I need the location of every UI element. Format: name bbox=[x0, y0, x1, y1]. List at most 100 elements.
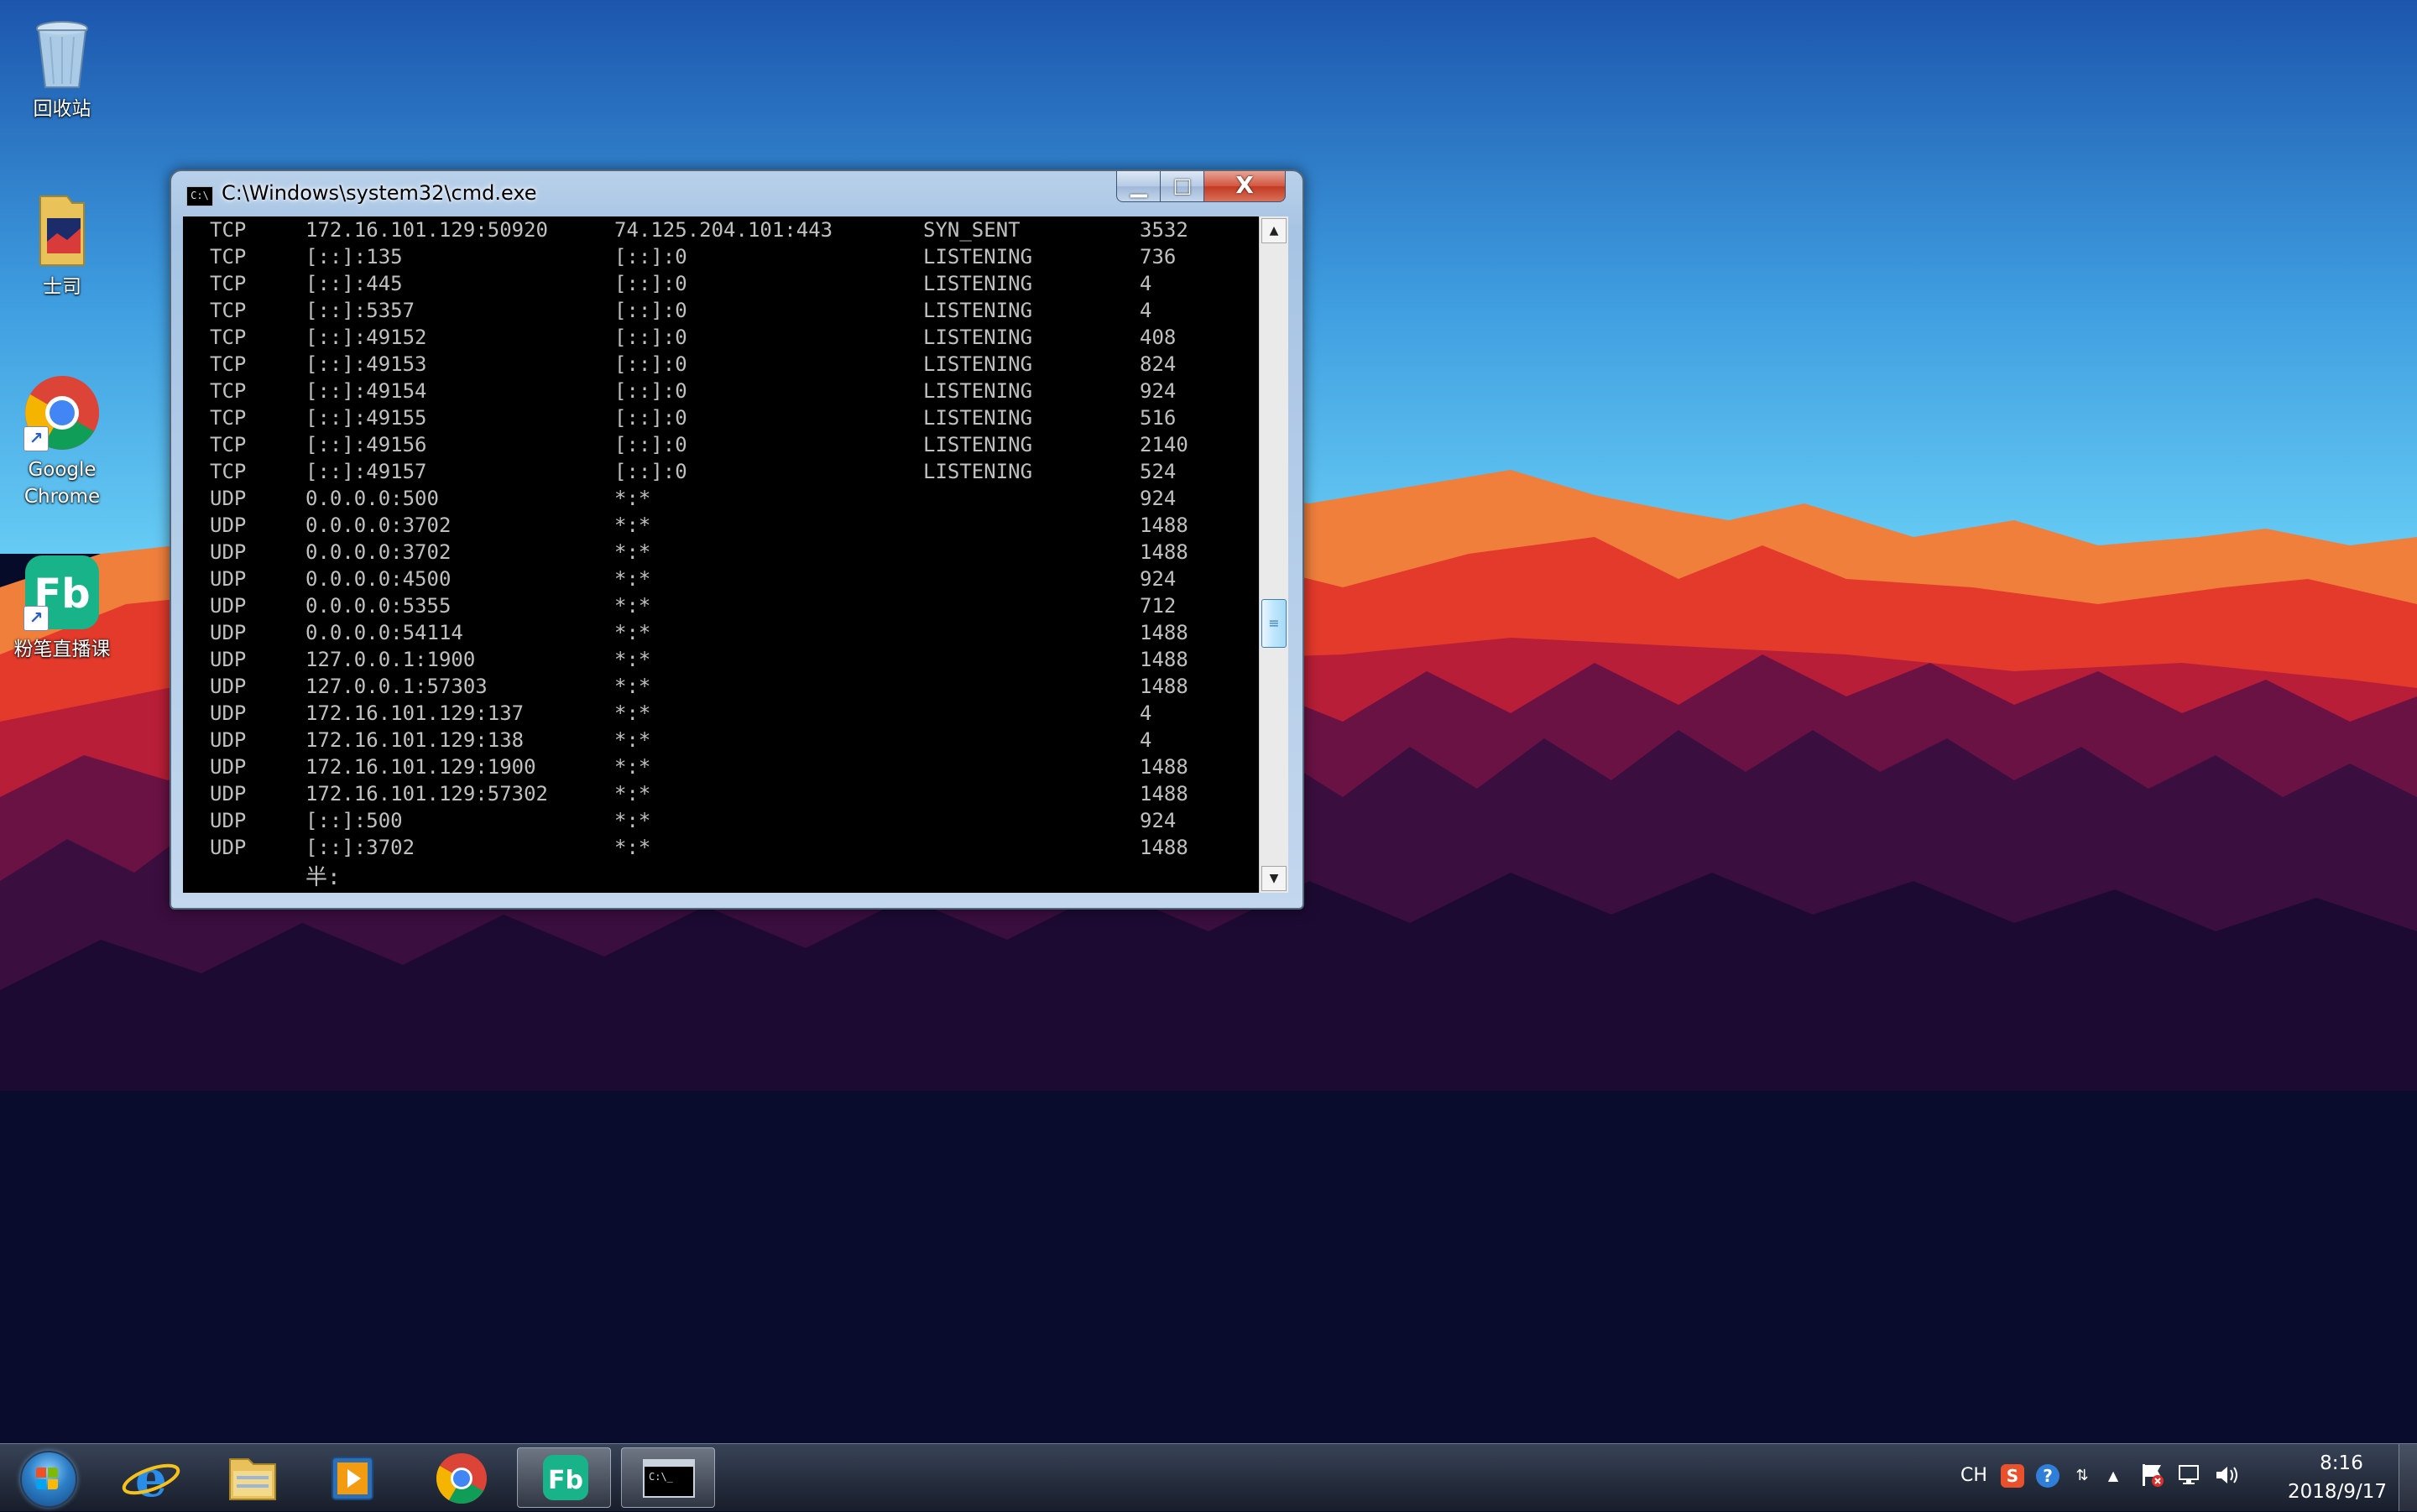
console-pid: 712 bbox=[1140, 594, 1177, 618]
console-line: UDP 0.0.0.0:5355 *:* 712 bbox=[183, 592, 1259, 619]
language-indicator[interactable]: CH bbox=[1955, 1461, 1992, 1491]
taskbar-internet-explorer[interactable]: e bbox=[104, 1447, 198, 1509]
console-foreign-address: *:* bbox=[614, 487, 651, 510]
console-protocol: TCP bbox=[210, 272, 247, 295]
desktop-icon-folder[interactable]: 士司 bbox=[3, 190, 121, 300]
console-local-address: 0.0.0.0:54114 bbox=[305, 621, 463, 644]
console-local-address: [::]:49156 bbox=[305, 433, 427, 456]
console-local-address: [::]:49153 bbox=[305, 352, 427, 376]
volume-icon[interactable] bbox=[2212, 1461, 2242, 1491]
console-local-address: [::]:3702 bbox=[305, 836, 415, 859]
clock-date[interactable]: 2018/9/17 bbox=[2266, 1479, 2409, 1504]
console-protocol: TCP bbox=[210, 299, 247, 322]
close-icon: X bbox=[1235, 171, 1254, 199]
taskbar-fenbi[interactable]: Fb bbox=[517, 1447, 611, 1508]
maximize-button[interactable]: □ bbox=[1160, 171, 1205, 202]
console-state: LISTENING bbox=[923, 326, 1033, 349]
console-pid: 924 bbox=[1140, 809, 1177, 832]
console-foreign-address: *:* bbox=[614, 514, 651, 537]
console-line: UDP 127.0.0.1:1900 *:* 1488 bbox=[183, 646, 1259, 673]
console-line: UDP 172.16.101.129:138 *:* 4 bbox=[183, 727, 1259, 753]
scroll-thumb[interactable]: ≡ bbox=[1261, 599, 1287, 649]
console-pid: 408 bbox=[1140, 326, 1177, 349]
taskbar-cmd[interactable]: C:\_ bbox=[621, 1447, 715, 1508]
sogou-ime-icon[interactable]: S bbox=[1997, 1461, 2028, 1491]
minimize-button[interactable]: ▁ bbox=[1116, 171, 1162, 202]
console-protocol: UDP bbox=[210, 782, 247, 806]
window-titlebar[interactable]: C:\ C:\Windows\system32\cmd.exe ▁ □ X bbox=[171, 171, 1302, 216]
maximize-icon: □ bbox=[1172, 174, 1193, 197]
show-desktop-button[interactable] bbox=[2399, 1444, 2417, 1511]
console-protocol: UDP bbox=[210, 487, 247, 510]
window-restore-icon[interactable]: ⇅ bbox=[2068, 1461, 2096, 1491]
console-local-address: 0.0.0.0:3702 bbox=[305, 514, 452, 537]
console-local-address: [::]:49157 bbox=[305, 460, 427, 483]
console-local-address: [::]:135 bbox=[305, 245, 403, 269]
console-output[interactable]: TCP 172.16.101.129:50920 74.125.204.101:44… bbox=[183, 216, 1259, 893]
console-protocol: TCP bbox=[210, 433, 247, 456]
console-line: TCP [::]:445 [::]:0 LISTENING 4 bbox=[183, 270, 1259, 297]
console-pid: 1488 bbox=[1140, 755, 1188, 779]
console-foreign-address: *:* bbox=[614, 675, 651, 698]
console-line: TCP [::]:49154 [::]:0 LISTENING 924 bbox=[183, 378, 1259, 404]
svg-text:Fb: Fb bbox=[548, 1466, 583, 1495]
network-icon[interactable] bbox=[2175, 1461, 2206, 1491]
file-explorer-icon bbox=[229, 1458, 276, 1500]
console-local-address: [::]:5357 bbox=[305, 299, 415, 322]
console-foreign-address: [::]:0 bbox=[614, 299, 687, 322]
console-line: UDP 0.0.0.0:4500 *:* 924 bbox=[183, 566, 1259, 592]
console-pid: 1488 bbox=[1140, 836, 1188, 859]
console-state: LISTENING bbox=[923, 433, 1033, 456]
console-pid: 824 bbox=[1140, 352, 1177, 376]
console-protocol: UDP bbox=[210, 675, 247, 698]
desktop-icon-fenbi[interactable]: Fb ↗ 粉笔直播课 bbox=[3, 552, 121, 663]
desktop-icon-google-chrome[interactable]: ↗ Google Chrome bbox=[3, 373, 121, 510]
console-line: UDP 172.16.101.129:137 *:* 4 bbox=[183, 700, 1259, 727]
console-pid: 1488 bbox=[1140, 514, 1188, 537]
cmd-window[interactable]: C:\ C:\Windows\system32\cmd.exe ▁ □ X TC… bbox=[170, 169, 1304, 910]
console-foreign-address: *:* bbox=[614, 701, 651, 725]
console-pid: 924 bbox=[1140, 567, 1177, 591]
console-pid: 1488 bbox=[1140, 782, 1188, 806]
desktop-icon-recycle-bin[interactable]: 回收站 bbox=[3, 12, 121, 123]
console-line: UDP 0.0.0.0:3702 *:* 1488 bbox=[183, 539, 1259, 566]
recycle-bin-icon bbox=[22, 12, 102, 92]
console-local-address: [::]:445 bbox=[305, 272, 403, 295]
console-pid: 1488 bbox=[1140, 621, 1188, 644]
taskbar-chrome[interactable] bbox=[415, 1447, 509, 1508]
scroll-down-button[interactable]: ▼ bbox=[1261, 866, 1287, 891]
help-icon[interactable]: ? bbox=[2033, 1461, 2063, 1491]
folder-icon bbox=[22, 190, 102, 270]
clock-time[interactable]: 8:16 bbox=[2283, 1451, 2400, 1476]
start-button[interactable] bbox=[8, 1447, 86, 1508]
show-hidden-icons-chevron-icon[interactable]: ▲ bbox=[2100, 1461, 2127, 1491]
console-protocol: TCP bbox=[210, 326, 247, 349]
console-foreign-address: [::]:0 bbox=[614, 433, 687, 456]
console-line: TCP [::]:135 [::]:0 LISTENING 736 bbox=[183, 243, 1259, 270]
close-button[interactable]: X bbox=[1203, 171, 1286, 202]
console-local-address: 0.0.0.0:500 bbox=[305, 487, 439, 510]
shortcut-arrow-icon: ↗ bbox=[23, 606, 49, 631]
vertical-scrollbar[interactable]: ▲ ≡ ▼ bbox=[1259, 216, 1288, 893]
console-local-address: 0.0.0.0:5355 bbox=[305, 594, 452, 618]
console-foreign-address: *:* bbox=[614, 540, 651, 564]
console-line: UDP 127.0.0.1:57303 *:* 1488 bbox=[183, 673, 1259, 700]
console-local-address: 127.0.0.1:1900 bbox=[305, 648, 476, 671]
console-protocol: UDP bbox=[210, 809, 247, 832]
taskbar-file-explorer[interactable] bbox=[205, 1447, 299, 1508]
console-line: TCP [::]:49157 [::]:0 LISTENING 524 bbox=[183, 458, 1259, 485]
taskbar-media-player[interactable] bbox=[305, 1447, 399, 1508]
action-center-flag-icon[interactable] bbox=[2137, 1461, 2167, 1491]
console-pid: 924 bbox=[1140, 487, 1177, 510]
scroll-up-button[interactable]: ▲ bbox=[1261, 218, 1287, 243]
console-protocol: UDP bbox=[210, 567, 247, 591]
desktop-icon-label: 士司 bbox=[43, 276, 81, 298]
console-protocol: UDP bbox=[210, 514, 247, 537]
console-local-address: 172.16.101.129:50920 bbox=[305, 218, 548, 242]
console-state: SYN_SENT bbox=[923, 218, 1021, 242]
console-pid: 2140 bbox=[1140, 433, 1188, 456]
desktop-icon-label: Google Chrome bbox=[23, 459, 101, 508]
console-line: TCP [::]:49156 [::]:0 LISTENING 2140 bbox=[183, 431, 1259, 458]
console-foreign-address: *:* bbox=[614, 728, 651, 752]
console-foreign-address: [::]:0 bbox=[614, 379, 687, 403]
